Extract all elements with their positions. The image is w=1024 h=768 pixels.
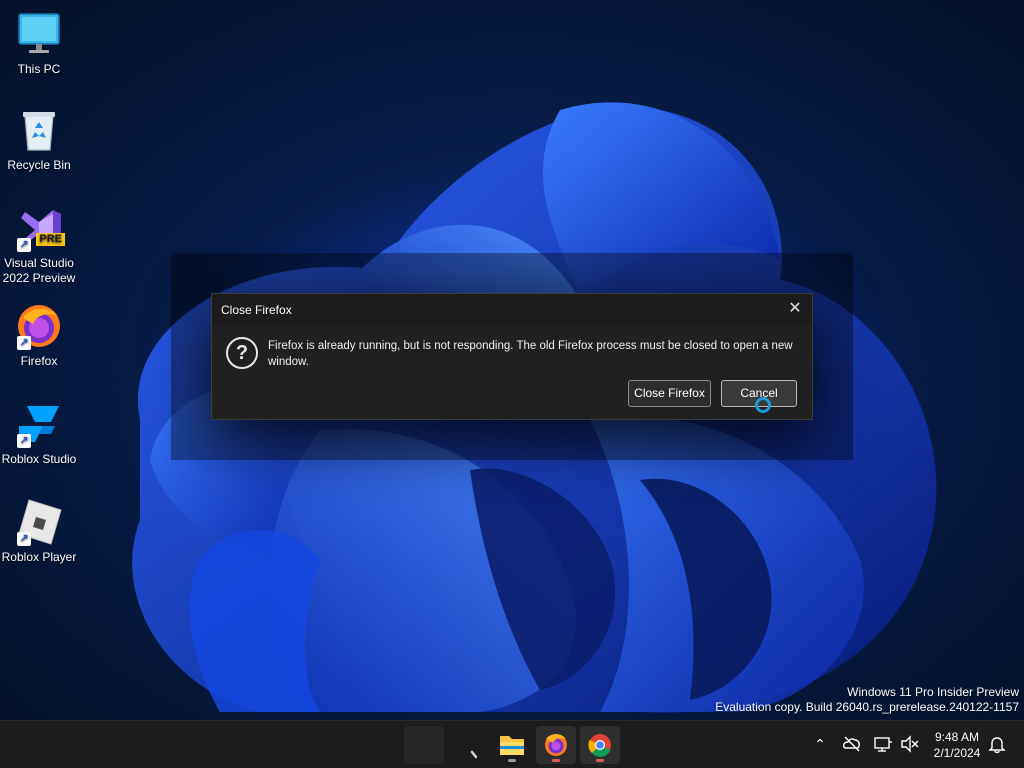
desktop-icon-firefox[interactable]: ↗ Firefox <box>1 302 77 369</box>
close-firefox-dialog: Close Firefox ✕ ? Firefox is already run… <box>211 293 813 420</box>
system-clock[interactable]: 9:48 AM 2/1/2024 <box>924 729 990 761</box>
shortcut-arrow-icon: ↗ <box>17 238 31 252</box>
firefox-icon: ↗ <box>15 302 63 350</box>
taskbar-firefox[interactable] <box>536 726 576 764</box>
desktop-icon-label: This PC <box>17 62 61 76</box>
desktop-icon-label: Firefox <box>20 354 58 368</box>
shortcut-arrow-icon: ↗ <box>17 434 31 448</box>
question-icon: ? <box>226 337 258 369</box>
taskbar-file-explorer[interactable] <box>492 726 532 764</box>
search-icon <box>470 750 478 759</box>
search-button[interactable] <box>448 726 488 764</box>
clock-time: 9:48 AM <box>934 730 980 744</box>
desktop-icon-label: Roblox Studio <box>1 452 77 466</box>
taskbar: ⌃ 9:48 AM 2/1/2024 <box>0 720 1024 768</box>
dialog-titlebar[interactable]: Close Firefox <box>212 294 812 325</box>
volume-muted-icon[interactable] <box>899 733 921 755</box>
desktop-icon-roblox-player[interactable]: ↗ Roblox Player <box>1 498 77 565</box>
desktop-icon-visual-studio[interactable]: PRE ↗ Visual Studio 2022 Preview <box>1 204 77 286</box>
desktop-icon-roblox-studio[interactable]: ↗ Roblox Studio <box>1 400 77 467</box>
monitor-icon <box>15 10 63 58</box>
shortcut-arrow-icon: ↗ <box>17 532 31 546</box>
desktop-icon-label: Roblox Player <box>1 550 77 564</box>
desktop-icon-label: Visual Studio 2022 Preview <box>2 256 76 285</box>
desktop-icon-recycle-bin[interactable]: Recycle Bin <box>1 106 77 173</box>
dialog-message: Firefox is already running, but is not r… <box>268 340 793 368</box>
roblox-player-icon: ↗ <box>15 498 63 546</box>
running-indicator <box>552 759 560 762</box>
busy-cursor-icon <box>755 397 771 413</box>
running-indicator <box>508 759 516 762</box>
clock-date: 2/1/2024 <box>933 746 981 760</box>
network-offline-icon[interactable] <box>841 733 863 755</box>
close-firefox-button[interactable]: Close Firefox <box>628 380 711 407</box>
pre-badge: PRE <box>36 233 65 246</box>
dialog-title: Close Firefox <box>221 302 292 317</box>
shortcut-arrow-icon: ↗ <box>17 336 31 350</box>
evaluation-watermark: Windows 11 Pro Insider Preview Evaluatio… <box>715 685 1019 715</box>
start-button[interactable] <box>404 726 444 764</box>
visual-studio-icon: PRE ↗ <box>15 204 65 252</box>
roblox-studio-icon: ↗ <box>15 400 63 448</box>
watermark-line1: Windows 11 Pro Insider Preview <box>847 685 1019 699</box>
running-indicator <box>596 759 604 762</box>
desktop-icon-label: Recycle Bin <box>7 158 71 172</box>
display-icon[interactable] <box>872 733 894 755</box>
close-icon[interactable]: ✕ <box>784 298 806 320</box>
recycle-bin-icon <box>15 106 63 154</box>
watermark-line2: Evaluation copy. Build 26040.rs_prerelea… <box>715 700 1019 714</box>
desktop-icon-this-pc[interactable]: This PC <box>1 10 77 77</box>
chevron-up-icon[interactable]: ⌃ <box>809 733 831 755</box>
taskbar-chrome[interactable] <box>580 726 620 764</box>
notification-bell-icon[interactable] <box>986 733 1008 755</box>
